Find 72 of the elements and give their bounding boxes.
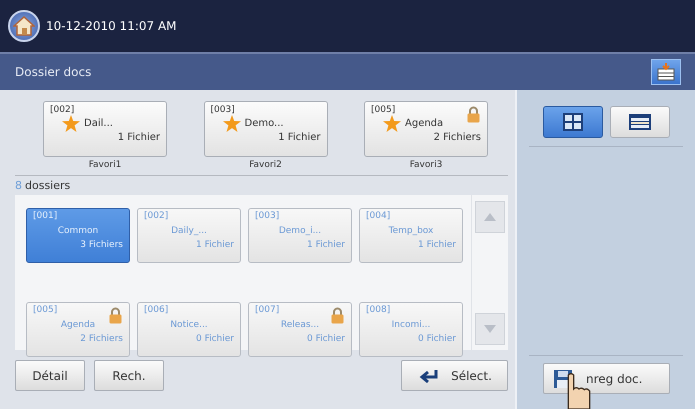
favorite-button[interactable]: [005] Agenda 2 Fichiers <box>364 101 488 157</box>
padlock-icon <box>467 106 480 123</box>
folder-name: Dail... <box>84 118 113 129</box>
folder-name: Incomi... <box>392 320 430 330</box>
screen-title: Dossier docs <box>15 65 92 79</box>
folder-count-label: dossiers <box>25 179 70 192</box>
date-time: 10-12-2010 11:07 AM <box>46 19 177 33</box>
tray-icon <box>656 63 676 81</box>
house-icon <box>13 15 35 37</box>
home-button[interactable] <box>8 10 40 42</box>
folder-number: [001] <box>33 211 58 221</box>
folder-name: Agenda <box>60 320 96 330</box>
action-button[interactable]: Rech. <box>94 360 164 391</box>
star-icon <box>62 115 80 132</box>
folder-tile[interactable]: [001] Common 3 Fichiers <box>26 208 130 263</box>
folder-name: Temp_box <box>388 226 434 236</box>
folder-number: [008] <box>366 305 390 315</box>
file-count: 0 Fichier <box>418 334 456 344</box>
favorite-label: Favori1 <box>88 160 122 170</box>
folder-tile[interactable]: [002] Daily_... 1 Fichier <box>137 208 241 263</box>
folder-number: [005] <box>371 105 396 115</box>
grid-icon <box>563 113 583 131</box>
up-triangle-icon <box>484 213 496 221</box>
select-button[interactable]: Sélect. <box>401 360 508 391</box>
action-button[interactable]: Détail <box>15 360 85 391</box>
file-count: 3 Fichiers <box>80 240 123 250</box>
file-count: 0 Fichier <box>196 334 234 344</box>
folder-name: Notice... <box>170 320 208 330</box>
folder-tile[interactable]: [005] Agenda 2 Fichiers <box>26 302 130 357</box>
folder-number: [002] <box>50 105 74 115</box>
folder-tile[interactable]: [004] Temp_box 1 Fichier <box>359 208 463 263</box>
file-count: 1 Fichier <box>307 240 345 250</box>
favorite-button[interactable]: [002] Dail... 1 Fichier <box>43 101 167 157</box>
folder-number: [005] <box>33 305 58 315</box>
folder-tile[interactable]: [006] Notice... 0 Fichier <box>137 302 241 357</box>
folder-number: [003] <box>210 105 235 115</box>
enter-arrow-icon <box>417 368 440 382</box>
folder-number: [006] <box>144 305 168 315</box>
menu-button[interactable] <box>651 59 681 85</box>
folder-name: Common <box>58 226 98 236</box>
folder-count: 8 <box>15 179 22 192</box>
folder-name: Releas... <box>280 320 320 330</box>
save-button[interactable]: nreg doc. <box>543 363 670 394</box>
folder-number: [002] <box>144 211 168 221</box>
favorite-label: Favori2 <box>249 160 282 170</box>
file-count: 1 Fichier <box>196 240 234 250</box>
file-count: 1 Fichier <box>418 240 456 250</box>
folder-tile[interactable]: [008] Incomi... 0 Fichier <box>359 302 463 357</box>
file-count: 1 Fichier <box>118 132 160 143</box>
star-icon <box>383 115 401 132</box>
padlock-icon <box>331 307 344 324</box>
star-icon <box>222 115 240 132</box>
file-count: 1 Fichier <box>278 132 320 143</box>
folder-number: [003] <box>255 211 280 221</box>
folder-number: [004] <box>366 211 390 221</box>
grid-view-button[interactable] <box>543 106 603 138</box>
folder-name: Agenda <box>405 118 444 129</box>
folder-tile[interactable]: [007] Releas... 0 Fichier <box>248 302 352 357</box>
list-view-button[interactable] <box>610 106 670 138</box>
file-count: 0 Fichier <box>307 334 345 344</box>
list-icon <box>629 114 651 130</box>
folder-name: Demo... <box>244 118 284 129</box>
favorite-button[interactable]: [003] Demo... 1 Fichier <box>204 101 328 157</box>
folder-tile[interactable]: [003] Demo_i... 1 Fichier <box>248 208 352 263</box>
padlock-icon <box>109 307 122 324</box>
folder-name: Daily_... <box>171 226 207 236</box>
folder-name: Demo_i... <box>278 226 322 236</box>
down-triangle-icon <box>484 325 496 333</box>
favorite-label: Favori3 <box>410 160 442 170</box>
folder-number: [007] <box>255 305 280 315</box>
file-count: 2 Fichiers <box>434 132 481 143</box>
file-count: 2 Fichiers <box>80 334 123 344</box>
